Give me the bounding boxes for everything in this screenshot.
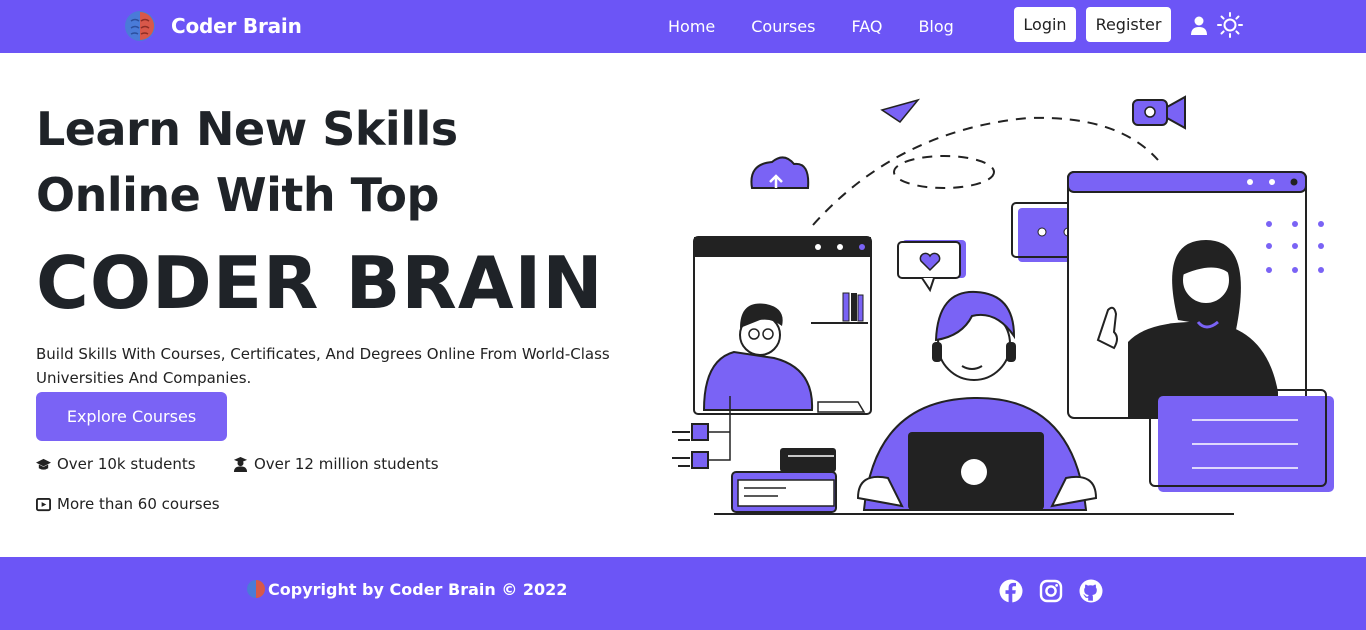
login-button[interactable]: Login — [1014, 7, 1076, 42]
copyright: Copyright by Coder Brain © 2022 — [246, 579, 567, 599]
online-learning-illustration — [672, 95, 1334, 515]
facebook-icon[interactable] — [999, 579, 1023, 603]
stat-courses: More than 60 courses — [36, 495, 220, 513]
register-button[interactable]: Register — [1086, 7, 1171, 42]
nav-faq[interactable]: FAQ — [833, 17, 900, 36]
nav-home[interactable]: Home — [650, 17, 733, 36]
user-graduate-icon — [233, 456, 248, 472]
hero-heading-line-1: Learn New Skills — [36, 102, 458, 156]
brain-logo-icon — [125, 11, 155, 41]
stat-million-students: Over 12 million students — [233, 455, 439, 473]
user-icon[interactable] — [1190, 16, 1208, 36]
nav-links: Home Courses FAQ Blog — [650, 0, 972, 53]
nav-blog[interactable]: Blog — [900, 17, 971, 36]
graduation-cap-icon — [36, 458, 51, 470]
stat-million-students-text: Over 12 million students — [254, 455, 439, 473]
stat-students: Over 10k students — [36, 455, 196, 473]
sun-icon[interactable] — [1217, 12, 1243, 38]
footer: Copyright by Coder Brain © 2022 — [0, 557, 1366, 630]
hero-heading-line-2: Online With Top — [36, 168, 439, 222]
instagram-icon[interactable] — [1039, 579, 1063, 603]
hero-brand-heading: CODER BRAIN — [36, 241, 604, 325]
video-icon — [36, 497, 51, 511]
brand-name: Coder Brain — [171, 14, 302, 38]
explore-courses-button[interactable]: Explore Courses — [36, 392, 227, 441]
stat-students-text: Over 10k students — [57, 455, 196, 473]
navbar: Coder Brain Home Courses FAQ Blog Login … — [0, 0, 1366, 53]
brain-logo-icon — [247, 580, 265, 598]
github-icon[interactable] — [1079, 579, 1103, 603]
nav-courses[interactable]: Courses — [733, 17, 833, 36]
copyright-text: Copyright by Coder Brain © 2022 — [268, 579, 568, 599]
brand[interactable]: Coder Brain — [123, 8, 302, 44]
hero-description: Build Skills With Courses, Certificates,… — [36, 345, 610, 387]
stat-courses-text: More than 60 courses — [57, 495, 220, 513]
